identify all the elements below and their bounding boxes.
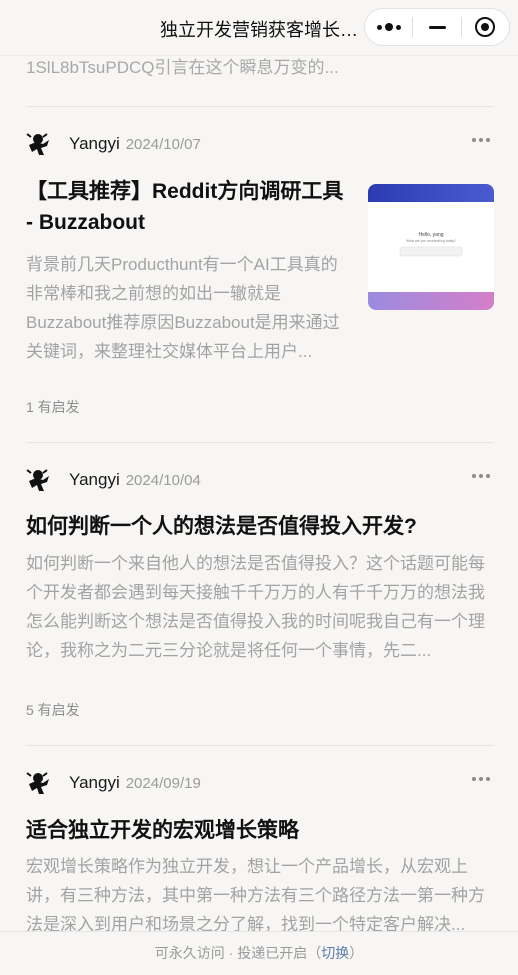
divider: [26, 106, 494, 107]
article-excerpt: 背景前几天Producthunt有一个AI工具真的非常棒和我之前想的如出一辙就是…: [26, 255, 340, 361]
publish-date: 2024/09/19: [125, 774, 201, 792]
divider: [26, 442, 494, 443]
article-meta: Yangyi 2024/10/07: [26, 130, 494, 158]
article-excerpt: 如何判断一个来自他人的想法是否值得投入？这个话题可能每个开发者都会遇到每天接触千…: [26, 554, 485, 660]
article-title[interactable]: 【工具推荐】Reddit方向调研工具 - Buzzabout: [26, 176, 346, 238]
article-meta: Yangyi 2024/09/19: [26, 769, 494, 797]
author-name[interactable]: Yangyi: [69, 773, 120, 793]
author-name[interactable]: Yangyi: [69, 134, 120, 154]
previous-article-excerpt[interactable]: 1SlL8bTsuPDCQ引言在这个瞬息万变的...: [26, 53, 339, 78]
article-card[interactable]: Yangyi 2024/10/04 如何判断一个人的想法是否值得投入开发? 如何…: [26, 466, 494, 718]
footer-text-close: ）: [349, 945, 364, 961]
more-options-icon[interactable]: [472, 777, 490, 781]
mini-program-capsule: [364, 8, 510, 46]
publish-date: 2024/10/04: [125, 471, 201, 489]
avatar[interactable]: [26, 770, 52, 796]
more-menu-button[interactable]: [365, 8, 412, 46]
likes-count: 1 有启发: [26, 399, 80, 415]
footer-text: 可永久访问 · 投递已开启（: [154, 945, 322, 961]
publish-date: 2024/10/07: [125, 135, 201, 153]
article-card[interactable]: Yangyi 2024/09/19 适合独立开发的宏观增长策略 宏观增长策略作为…: [26, 769, 494, 934]
article-card[interactable]: Yangyi 2024/10/07 【工具推荐】Reddit方向调研工具 - B…: [26, 130, 494, 415]
minimize-button[interactable]: [413, 8, 460, 46]
article-thumbnail[interactable]: Hello, yang What are you researching tod…: [368, 184, 494, 310]
svg-text:Hello, yang: Hello, yang: [418, 232, 443, 238]
page-title: 独立开发营销获客增长实战: [160, 20, 360, 40]
avatar[interactable]: [26, 131, 52, 157]
article-title[interactable]: 适合独立开发的宏观增长策略: [26, 815, 494, 846]
more-dots-icon: [376, 23, 401, 31]
article-excerpt: 宏观增长策略作为独立开发，想让一个产品增长，从宏观上讲，有三种方法，其中第一种方…: [26, 857, 485, 934]
author-name[interactable]: Yangyi: [69, 470, 120, 490]
divider: [26, 745, 494, 746]
avatar[interactable]: [26, 467, 52, 493]
footer-status-bar: 可永久访问 · 投递已开启（切换）: [0, 931, 518, 975]
more-options-icon[interactable]: [472, 474, 490, 478]
more-options-icon[interactable]: [472, 138, 490, 142]
switch-link[interactable]: 切换: [321, 945, 349, 961]
close-button[interactable]: [462, 8, 509, 46]
article-title[interactable]: 如何判断一个人的想法是否值得投入开发?: [26, 511, 494, 542]
thumbnail-mockup: Hello, yang What are you researching tod…: [399, 232, 463, 257]
article-meta: Yangyi 2024/10/04: [26, 466, 494, 494]
title-bar: 独立开发营销获客增长实战: [0, 0, 518, 56]
likes-count: 5 有启发: [26, 702, 80, 718]
minus-icon: [428, 25, 446, 29]
svg-text:What are you researching today: What are you researching today?: [406, 239, 456, 243]
target-circle-icon: [475, 17, 496, 37]
